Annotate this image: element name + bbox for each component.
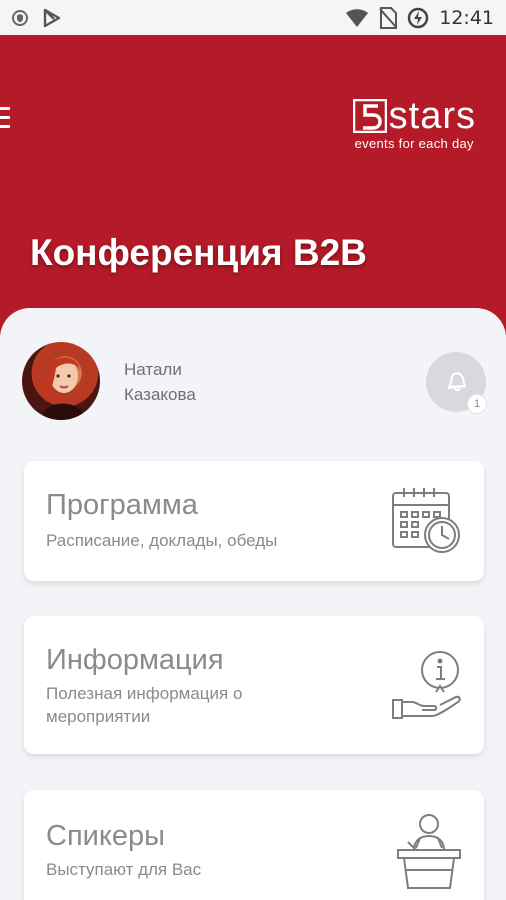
user-name: Натали Казакова: [124, 357, 196, 407]
battery-saver-icon: [407, 7, 429, 29]
notification-badge: 1: [467, 394, 487, 414]
card-subtitle: Расписание, доклады, обеды: [46, 531, 278, 550]
speaker-podium-icon: [397, 814, 461, 889]
avatar[interactable]: [22, 342, 100, 420]
logo-wordmark: stars: [388, 95, 476, 137]
play-store-icon: [42, 8, 62, 28]
app-header: stars events for each day Конференция B2…: [0, 35, 506, 335]
status-time: 12:41: [439, 6, 494, 29]
user-profile[interactable]: Натали Казакова 1: [22, 342, 492, 422]
shield-icon: [12, 9, 28, 26]
card-subtitle: Выступают для Вас: [46, 860, 202, 879]
notifications-button[interactable]: 1: [426, 352, 487, 414]
user-first-name: Натали: [124, 360, 182, 379]
no-sim-icon: [379, 6, 398, 29]
logo-tagline: events for each day: [354, 136, 474, 151]
program-card[interactable]: Программа Расписание, доклады, обеды: [24, 461, 484, 581]
card-subtitle: Полезная информация о мероприятии: [46, 684, 243, 726]
card-title: Программа: [46, 489, 198, 521]
bell-icon: [447, 372, 467, 392]
page-title: Конференция B2B: [30, 232, 367, 273]
status-bar: 12:41: [0, 0, 506, 35]
info-hand-icon: [392, 651, 461, 719]
user-last-name: Казакова: [124, 385, 196, 404]
menu-icon[interactable]: [0, 107, 10, 129]
card-title: Информация: [46, 644, 224, 676]
wifi-icon: [345, 8, 369, 28]
speakers-card[interactable]: Спикеры Выступают для Вас: [24, 790, 484, 900]
card-title: Спикеры: [46, 820, 165, 852]
five-logo-mark-icon: [352, 99, 387, 133]
information-card[interactable]: Информация Полезная информация о меропри…: [24, 616, 484, 754]
calendar-clock-icon: [392, 488, 460, 553]
brand-logo: stars events for each day: [352, 95, 476, 151]
